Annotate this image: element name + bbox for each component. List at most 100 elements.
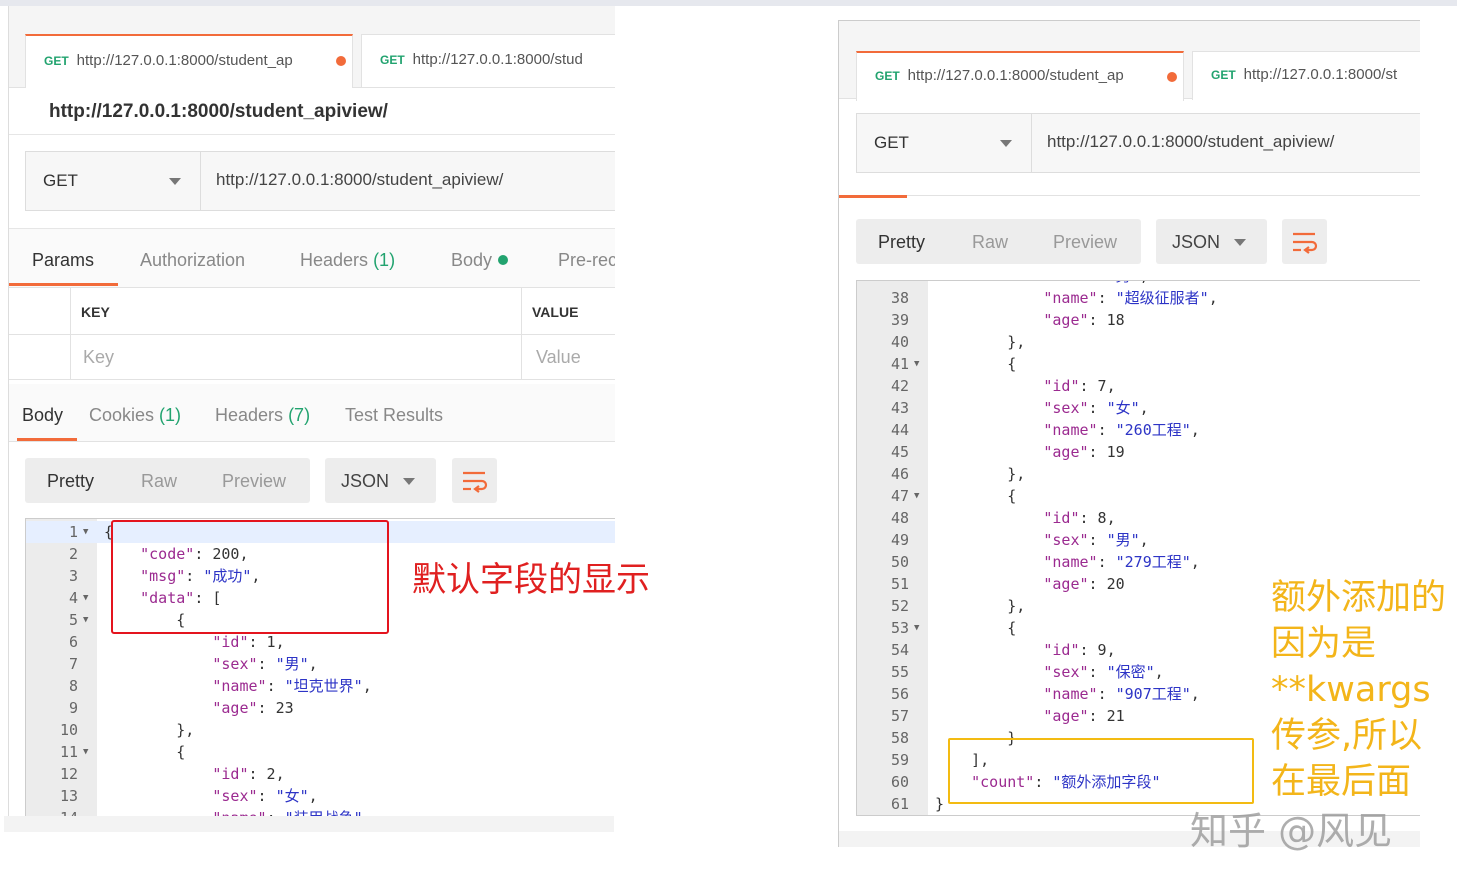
code-token: "name"	[1043, 685, 1098, 703]
tab-url: http://127.0.0.1:8000/student_ap	[76, 52, 293, 69]
code-text: "age": 19	[935, 441, 1124, 463]
tab-method: GET	[1211, 68, 1236, 82]
code-text: "name": "260工程",	[935, 419, 1199, 441]
code-token: "保密"	[1106, 663, 1155, 681]
request-tab[interactable]: GET http://127.0.0.1:8000/stud	[361, 34, 615, 87]
format-label: JSON	[341, 471, 390, 491]
code-token: "279工程"	[1115, 553, 1191, 571]
code-token: },	[104, 721, 195, 739]
line-number: 45	[890, 443, 909, 461]
request-title: http://127.0.0.1:8000/student_apiview/	[49, 101, 388, 122]
fold-arrow-icon[interactable]: ▼	[83, 741, 88, 763]
row-checkbox-cell[interactable]	[9, 335, 71, 380]
tab-body[interactable]: Body	[451, 250, 509, 271]
code-text: "age": 20	[935, 573, 1124, 595]
code-token: "id"	[212, 633, 249, 651]
code-token: "女"	[275, 787, 309, 805]
request-tab-active[interactable]: GET http://127.0.0.1:8000/student_ap	[856, 51, 1184, 101]
code-line: 49 "sex": "男",	[857, 529, 1420, 551]
raw-button[interactable]: Raw	[141, 471, 177, 492]
code-line: 41 ▼ {	[857, 353, 1420, 375]
tab-params[interactable]: Params	[32, 250, 94, 271]
preview-button[interactable]: Preview	[1053, 232, 1117, 253]
view-mode-group: Pretty Raw Preview	[25, 458, 310, 503]
line-number: 3	[68, 567, 78, 585]
active-tab-indicator	[839, 195, 907, 198]
request-tab-active[interactable]: GET http://127.0.0.1:8000/student_ap	[25, 34, 353, 88]
tab-headers[interactable]: Headers (1)	[300, 250, 395, 271]
code-text: "sex": "女",	[935, 397, 1148, 419]
code-token: },	[935, 597, 1026, 615]
url-input[interactable]: http://127.0.0.1:8000/student_apiview/	[1047, 132, 1334, 152]
line-number: 6	[68, 633, 78, 651]
code-text: {	[935, 617, 1016, 639]
key-placeholder: Key	[83, 347, 115, 367]
line-number: 53	[890, 619, 909, 637]
pretty-button[interactable]: Pretty	[47, 471, 94, 492]
code-token: :	[1097, 685, 1116, 703]
code-token: "超级征服者"	[1115, 289, 1209, 307]
tab-cookies[interactable]: Cookies (1)	[89, 405, 181, 426]
left-status-strip	[4, 816, 614, 832]
preview-button[interactable]: Preview	[222, 471, 286, 492]
raw-button[interactable]: Raw	[972, 232, 1008, 253]
dropdown-caret-icon	[1234, 239, 1246, 246]
request-tab-strip: GET http://127.0.0.1:8000/student_ap GET h…	[839, 21, 1420, 101]
method-label: GET	[874, 133, 909, 152]
method-select[interactable]: GET	[857, 114, 1032, 172]
value-input[interactable]: Value	[522, 335, 615, 380]
code-token: ,	[1139, 531, 1149, 549]
value-header: VALUE	[522, 288, 615, 335]
fold-arrow-icon[interactable]: ▼	[914, 617, 919, 639]
line-number: 7	[68, 655, 78, 673]
fold-arrow-icon[interactable]: ▼	[83, 521, 88, 543]
line-number: 49	[890, 531, 909, 549]
code-token: :	[257, 787, 276, 805]
code-text: "age": 21	[935, 705, 1125, 727]
code-token: "age"	[1043, 311, 1089, 329]
tab-body-label: Body	[451, 250, 493, 270]
line-number: 10	[59, 721, 78, 739]
line-number: 1	[68, 523, 78, 541]
line-number: 44	[890, 421, 909, 439]
method-select[interactable]: GET	[26, 152, 201, 210]
code-text: "id": 7,	[935, 375, 1115, 397]
tab-response-headers[interactable]: Headers (7)	[215, 405, 310, 426]
code-token: : 21	[1088, 707, 1125, 725]
key-input[interactable]: Key	[71, 335, 522, 380]
code-token: "id"	[1043, 509, 1080, 527]
code-text: {	[935, 353, 1016, 375]
url-input[interactable]: http://127.0.0.1:8000/student_apiview/	[216, 170, 503, 190]
fold-arrow-icon[interactable]: ▼	[914, 485, 919, 507]
line-number: 40	[890, 333, 909, 351]
code-token: "907工程"	[1115, 685, 1191, 703]
code-token: }	[935, 795, 945, 813]
fold-arrow-icon[interactable]: ▼	[83, 587, 88, 609]
code-token: :	[266, 677, 285, 695]
tab-response-body[interactable]: Body	[22, 405, 63, 426]
wrap-lines-button[interactable]	[1282, 219, 1327, 264]
wrap-lines-button[interactable]	[452, 458, 497, 503]
format-select[interactable]: JSON	[325, 458, 436, 503]
tab-test-results[interactable]: Test Results	[345, 405, 443, 426]
code-line: 37 "sex": "男",	[857, 281, 1420, 287]
dropdown-caret-icon	[403, 478, 415, 485]
tab-pre-request[interactable]: Pre-rec	[558, 250, 615, 271]
tab-authorization[interactable]: Authorization	[140, 250, 245, 271]
request-tab[interactable]: GET http://127.0.0.1:8000/st	[1192, 51, 1420, 100]
line-number: 58	[890, 729, 909, 747]
code-token: "name"	[1043, 421, 1098, 439]
code-token: "260工程"	[1115, 421, 1191, 439]
code-line: 46 },	[857, 463, 1420, 485]
fold-arrow-icon[interactable]: ▼	[914, 353, 919, 375]
format-select[interactable]: JSON	[1156, 219, 1267, 264]
pretty-button[interactable]: Pretty	[878, 232, 925, 253]
fold-arrow-icon[interactable]: ▼	[83, 609, 88, 631]
wrap-lines-icon	[463, 471, 488, 493]
code-token: {	[935, 619, 1017, 637]
divider	[9, 134, 615, 135]
code-line: 6 "id": 1,	[26, 631, 615, 653]
